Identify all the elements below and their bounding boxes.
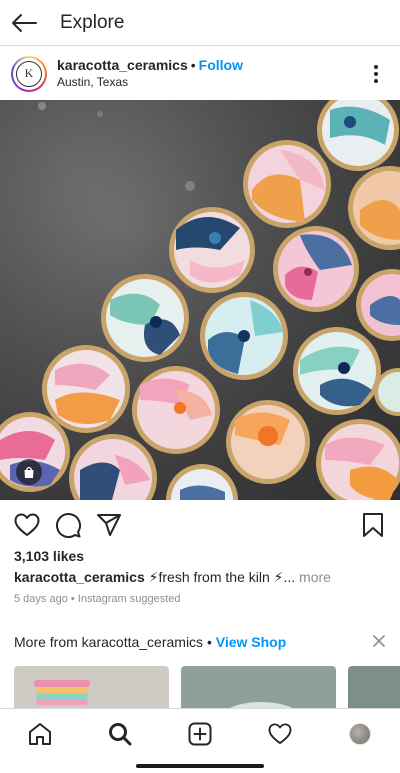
separator-dot: • (190, 57, 196, 73)
profile-avatar (349, 723, 371, 745)
save-button[interactable] (359, 511, 387, 539)
bowl (101, 274, 189, 362)
page-title: Explore (60, 11, 125, 33)
more-vertical-icon (374, 65, 378, 69)
top-app-bar: Explore (0, 0, 400, 46)
bookmark-icon (363, 513, 383, 537)
bowl (273, 226, 359, 312)
more-options-button[interactable] (366, 63, 386, 85)
send-icon (97, 514, 121, 536)
nav-new-post[interactable] (186, 720, 214, 748)
home-indicator[interactable] (136, 764, 264, 768)
bowl (132, 366, 220, 454)
activity-heart-icon (268, 723, 292, 745)
bowl (226, 400, 310, 484)
view-shop-link[interactable]: View Shop (216, 634, 287, 650)
nav-home[interactable] (26, 720, 54, 748)
avatar-logo: K (16, 60, 42, 87)
system-gesture-area (0, 758, 400, 773)
post-header: K karacotta_ceramics • Follow Austin, Texa… (0, 47, 400, 100)
caption-username[interactable]: karacotta_ceramics (14, 569, 145, 585)
like-button[interactable] (13, 511, 41, 539)
close-icon (373, 635, 385, 647)
home-icon (29, 723, 51, 745)
nav-search[interactable] (106, 720, 134, 748)
post-username[interactable]: karacotta_ceramics (57, 57, 188, 73)
bowl (169, 207, 255, 293)
bowl (293, 327, 381, 415)
shopping-bag-badge[interactable] (16, 459, 42, 485)
avatar[interactable]: K (11, 55, 47, 92)
post-location[interactable]: Austin, Texas (57, 75, 243, 90)
arrow-left-icon (12, 13, 37, 32)
share-button[interactable] (95, 511, 123, 539)
caption-more-link[interactable]: more (295, 569, 331, 585)
more-from-thumbnail[interactable] (348, 666, 400, 708)
more-from-thumbnail[interactable] (181, 666, 336, 708)
comment-button[interactable] (54, 511, 82, 539)
more-from-carousel[interactable] (14, 666, 400, 708)
search-icon (109, 723, 132, 746)
more-from-header: More from karacotta_ceramics • View Shop (14, 634, 286, 650)
follow-button[interactable]: Follow (199, 57, 243, 73)
more-from-thumbnail[interactable] (14, 666, 169, 708)
post-caption[interactable]: karacotta_ceramics ⚡fresh from the kiln … (14, 569, 331, 586)
bowl (243, 140, 331, 228)
bottom-navigation (0, 708, 400, 758)
add-post-icon (188, 722, 212, 746)
comment-icon (56, 513, 81, 538)
shopping-bag-icon (24, 466, 34, 478)
more-from-label: More from karacotta_ceramics • (14, 634, 216, 650)
nav-profile[interactable] (346, 720, 374, 748)
bowl (42, 345, 130, 433)
dismiss-more-from-button[interactable] (372, 634, 386, 648)
bowl (200, 292, 288, 380)
heart-icon (14, 513, 40, 536)
post-actions (0, 505, 400, 543)
likes-count[interactable]: 3,103 likes (14, 548, 84, 564)
post-meta: 5 days ago • Instagram suggested (14, 593, 181, 605)
post-photo[interactable] (0, 100, 400, 500)
caption-text: ⚡fresh from the kiln ⚡... (144, 569, 296, 585)
nav-activity[interactable] (266, 720, 294, 748)
back-button[interactable] (0, 0, 48, 46)
ceramic-bowls-image (0, 100, 400, 500)
